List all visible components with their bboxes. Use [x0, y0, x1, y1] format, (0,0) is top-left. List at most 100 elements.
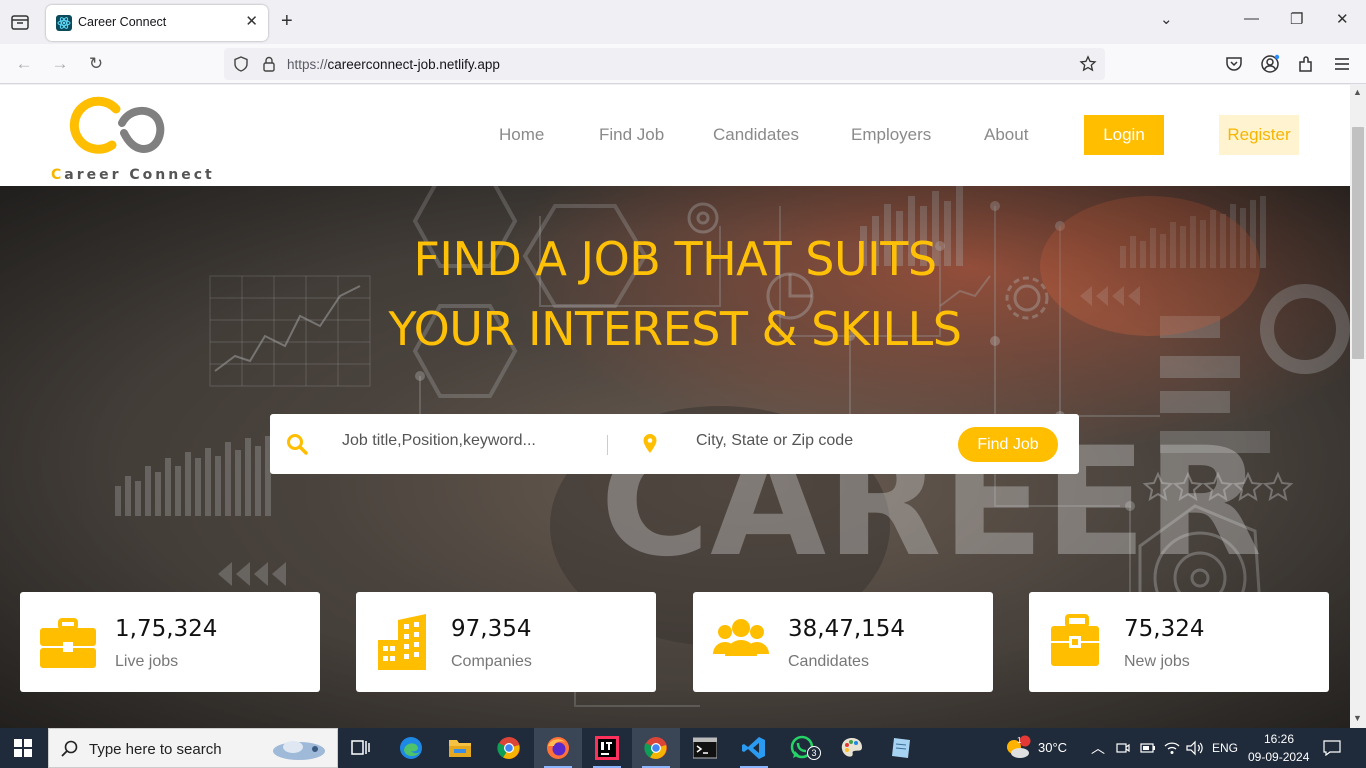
taskbar-paint[interactable] [828, 728, 876, 768]
temperature-text[interactable]: 30°C [1038, 740, 1067, 755]
search-icon [61, 740, 78, 757]
whatsapp-badge: 3 [807, 746, 821, 760]
briefcase-icon [40, 618, 96, 668]
scroll-down-icon[interactable]: ▼ [1353, 713, 1362, 723]
pocket-icon[interactable] [1224, 54, 1244, 74]
browser-tab[interactable]: Career Connect ✕ [46, 5, 268, 41]
nav-home[interactable]: Home [499, 125, 544, 145]
browser-tab-bar: Career Connect ✕ + ⌄ — ❐ ✕ [0, 0, 1366, 44]
extensions-icon[interactable] [1296, 54, 1316, 74]
nav-find-job[interactable]: Find Job [599, 125, 664, 145]
stat-value: 1,75,324 [115, 616, 218, 642]
taskbar-edge[interactable] [387, 728, 435, 768]
taskbar-terminal[interactable] [681, 728, 729, 768]
clock-date[interactable]: 09-09-2024 [1248, 750, 1309, 764]
taskbar-task-view[interactable] [338, 728, 386, 768]
edge-icon [400, 737, 422, 759]
stat-value: 97,354 [451, 616, 532, 642]
page-viewport: Career Connect Home Find Job Candidates … [0, 85, 1350, 728]
volume-icon[interactable] [1186, 740, 1204, 756]
wifi-icon[interactable] [1164, 740, 1180, 756]
chevron-down-icon[interactable]: ⌄ [1160, 10, 1173, 28]
account-icon[interactable] [1260, 54, 1280, 74]
taskbar-whatsapp[interactable]: 3 [779, 728, 827, 768]
windows-taskbar: Type here to search 3 1 30°C ︿ ENG 16:26… [0, 728, 1366, 768]
notification-icon[interactable] [1323, 740, 1341, 756]
taskbar-notepad[interactable] [877, 728, 925, 768]
restore-icon[interactable]: ❐ [1290, 10, 1303, 28]
menu-hamburger-icon[interactable] [1332, 54, 1352, 74]
notepad-icon [892, 738, 910, 758]
buildings-icon [378, 614, 426, 670]
close-window-icon[interactable]: ✕ [1336, 10, 1349, 28]
page-scrollbar[interactable]: ▲ ▼ [1350, 85, 1366, 728]
chrome-icon [644, 737, 667, 759]
taskbar-file-explorer[interactable] [436, 728, 484, 768]
tab-title: Career Connect [78, 15, 167, 29]
lock-icon[interactable] [260, 55, 278, 73]
site-logo[interactable]: Career Connect [48, 93, 212, 183]
task-view-icon [351, 740, 370, 755]
nav-candidates[interactable]: Candidates [713, 125, 799, 145]
browser-nav-bar: ← → ↻ https://careerconnect-job.netlify.… [0, 44, 1366, 84]
vscode-icon [742, 737, 765, 759]
url-text: https://careerconnect-job.netlify.app [287, 57, 500, 72]
hero-title-line1: FIND A JOB THAT SUITS [413, 232, 937, 286]
folder-icon [449, 740, 471, 757]
language-indicator[interactable]: ENG [1212, 741, 1238, 755]
people-icon [713, 619, 769, 656]
scroll-thumb[interactable] [1352, 127, 1364, 359]
intellij-icon [595, 736, 619, 760]
tab-close-icon[interactable]: ✕ [245, 14, 258, 30]
logo-text: Career Connect [51, 167, 215, 183]
url-bar[interactable]: https://careerconnect-job.netlify.app [224, 48, 1105, 80]
firefox-icon [547, 737, 569, 759]
nav-about[interactable]: About [984, 125, 1028, 145]
back-icon[interactable]: ← [14, 54, 34, 74]
stat-label: Candidates [788, 653, 869, 670]
register-button[interactable]: Register [1219, 115, 1299, 155]
taskbar-search-placeholder: Type here to search [89, 741, 222, 758]
windows-start-icon[interactable] [14, 739, 32, 757]
job-search-bar: Find Job [270, 414, 1079, 474]
paint-palette-icon [841, 738, 862, 757]
stat-card-new-jobs: 75,324 New jobs [1029, 592, 1329, 692]
tray-chevron-up-icon[interactable]: ︿ [1091, 738, 1105, 758]
taskbar-firefox[interactable] [534, 728, 582, 768]
taskbar-intellij[interactable] [583, 728, 631, 768]
logo-mark-icon [69, 96, 165, 154]
taskbar-chrome-2[interactable] [632, 728, 680, 768]
bookmark-star-icon[interactable] [1079, 55, 1097, 73]
location-input[interactable] [696, 432, 936, 450]
location-pin-icon [643, 434, 657, 453]
react-favicon-icon [56, 15, 72, 31]
taskbar-chrome[interactable] [485, 728, 533, 768]
login-button[interactable]: Login [1084, 115, 1164, 155]
taskbar-search-box[interactable]: Type here to search [48, 728, 338, 768]
nav-employers[interactable]: Employers [851, 125, 931, 145]
minimize-icon[interactable]: — [1244, 10, 1259, 27]
scroll-up-icon[interactable]: ▲ [1353, 87, 1362, 97]
stat-label: Companies [451, 653, 532, 670]
weather-badge: 1 [1017, 736, 1022, 745]
search-icon [287, 434, 308, 455]
briefcase-plus-icon [1051, 614, 1099, 666]
search-divider [607, 435, 608, 455]
forward-icon[interactable]: → [50, 54, 70, 74]
stat-card-candidates: 38,47,154 Candidates [693, 592, 993, 692]
new-tab-icon[interactable]: + [281, 10, 293, 32]
meet-now-icon[interactable] [1116, 741, 1130, 755]
hero-section: CAREER FIND A JOB THAT SUITS YOUR INTERE… [0, 186, 1350, 728]
shield-icon[interactable] [232, 55, 250, 73]
find-job-button[interactable]: Find Job [958, 427, 1058, 462]
job-keyword-input[interactable] [342, 432, 562, 450]
battery-icon[interactable] [1140, 741, 1156, 755]
stat-label: New jobs [1124, 653, 1190, 670]
search-highlight-icon [273, 741, 325, 760]
tab-list-icon[interactable] [10, 12, 30, 32]
clock-time[interactable]: 16:26 [1264, 732, 1294, 746]
taskbar-vscode[interactable] [730, 728, 778, 768]
terminal-icon [693, 737, 717, 759]
reload-icon[interactable]: ↻ [86, 54, 106, 74]
stat-value: 38,47,154 [788, 616, 906, 642]
